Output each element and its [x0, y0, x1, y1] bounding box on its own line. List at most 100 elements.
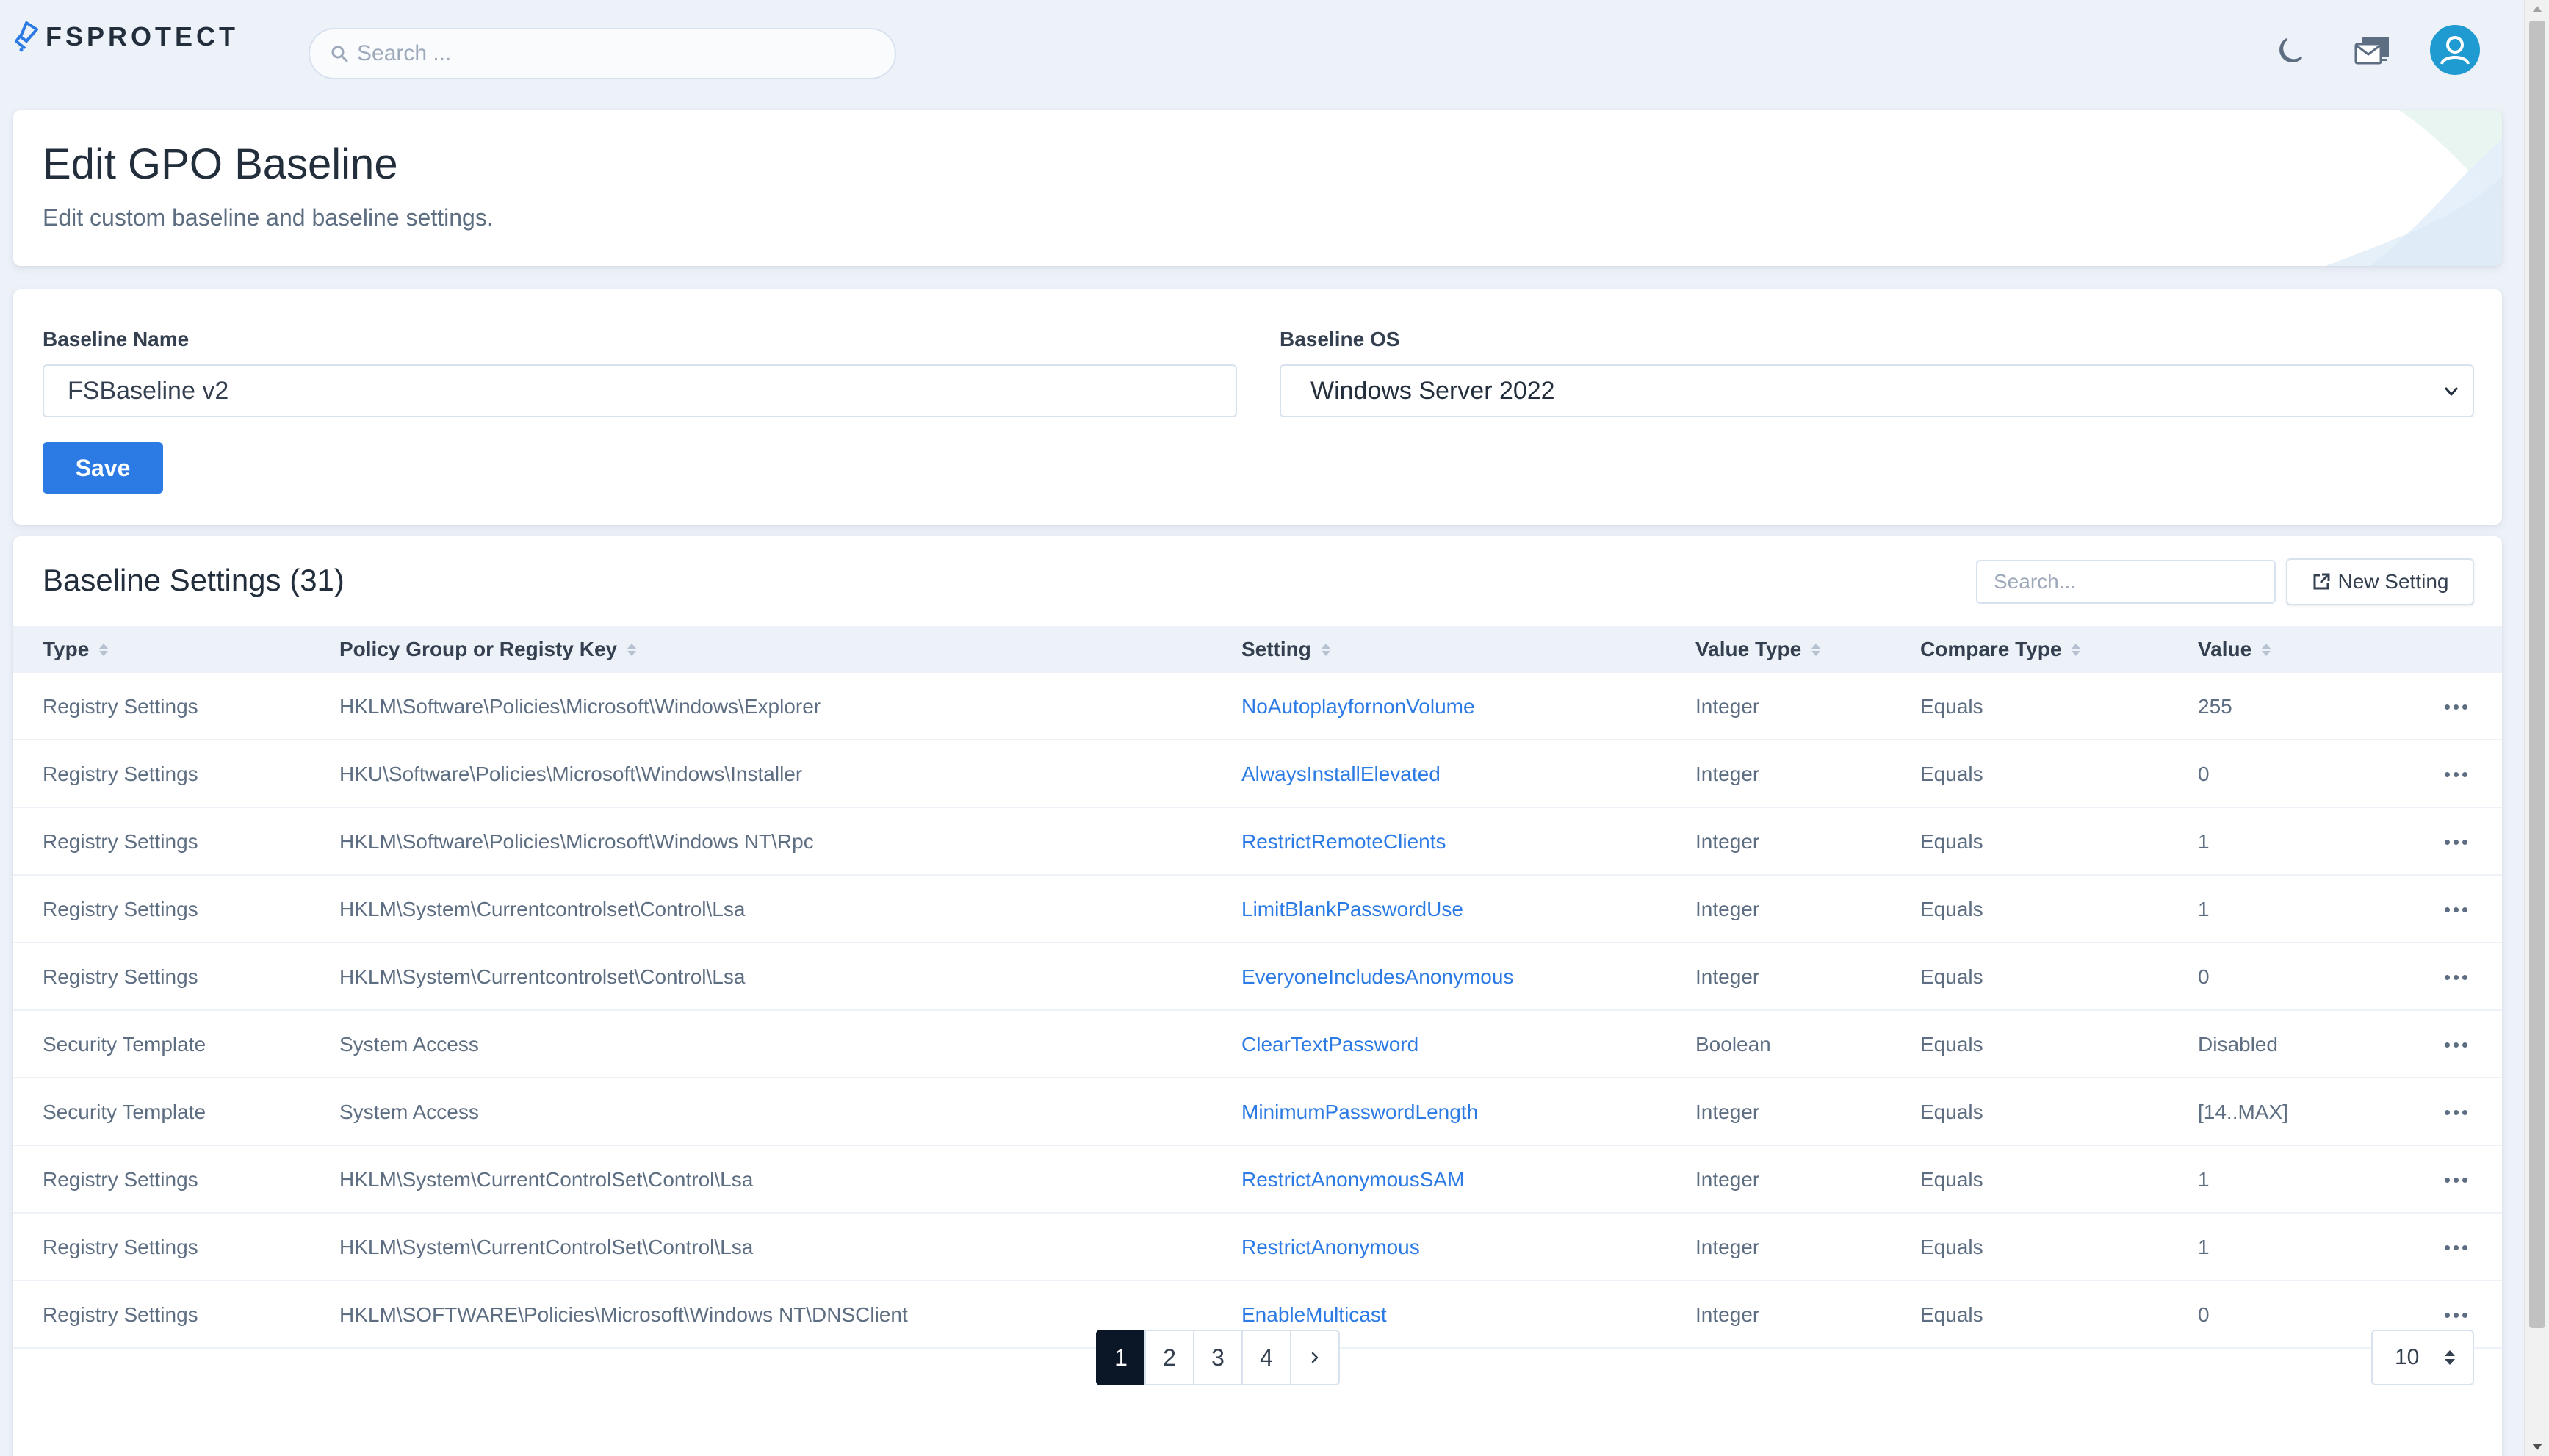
cell-value: Disabled	[2198, 1033, 2278, 1056]
column-label: Value	[2198, 638, 2252, 660]
cell-value-type: Integer	[1695, 965, 1760, 988]
cell-type: Registry Settings	[43, 763, 198, 785]
baseline-os-select[interactable]: Windows Server 2022	[1280, 364, 2474, 417]
cell-compare-type: Equals	[1920, 1303, 1983, 1326]
sort-icon	[2262, 643, 2271, 656]
cell-compare-type: Equals	[1920, 1033, 1983, 1056]
table-body: Registry Settings HKLM\Software\Policies…	[13, 673, 2502, 1349]
baseline-name-input[interactable]	[43, 364, 1237, 417]
cell-value-type: Integer	[1695, 1100, 1760, 1123]
cell-value: 0	[2198, 1303, 2210, 1326]
cell-setting-link[interactable]: RestrictAnonymousSAM	[1241, 1146, 1464, 1214]
column-label: Policy Group or Registy Key	[339, 638, 618, 660]
cell-type: Registry Settings	[43, 695, 198, 718]
column-header-type[interactable]: Type	[43, 626, 109, 673]
page-title: Edit GPO Baseline	[43, 140, 398, 188]
column-header-setting[interactable]: Setting	[1241, 626, 1330, 673]
cell-setting-link[interactable]: RestrictAnonymous	[1241, 1214, 1420, 1281]
page-subtitle: Edit custom baseline and baseline settin…	[43, 204, 494, 231]
user-avatar-icon	[2440, 36, 2470, 65]
cell-setting-link[interactable]: MinimumPasswordLength	[1241, 1078, 1478, 1146]
cell-value: 1	[2198, 898, 2210, 920]
row-actions-button[interactable]	[2445, 1078, 2467, 1146]
cell-policy-group: HKLM\Software\Policies\Microsoft\Windows…	[339, 830, 814, 853]
cell-type: Registry Settings	[43, 1168, 198, 1191]
row-actions-button[interactable]	[2445, 740, 2467, 808]
column-label: Value Type	[1695, 638, 1802, 660]
vertical-scrollbar[interactable]	[2524, 0, 2549, 1456]
global-search[interactable]	[309, 28, 896, 79]
brand-logo[interactable]: FSPROTECT	[12, 21, 239, 53]
global-search-input[interactable]	[357, 41, 871, 66]
row-actions-button[interactable]	[2445, 808, 2467, 876]
cell-compare-type: Equals	[1920, 1236, 1983, 1258]
column-header-policy-group[interactable]: Policy Group or Registy Key	[339, 626, 637, 673]
page-button-4[interactable]: 4	[1241, 1330, 1291, 1385]
fsprotect-logo-icon	[15, 21, 38, 52]
moon-icon	[2279, 38, 2302, 63]
user-avatar[interactable]	[2430, 25, 2480, 75]
scroll-thumb[interactable]	[2529, 21, 2545, 1328]
baseline-name-label: Baseline Name	[43, 328, 190, 350]
cell-setting-link[interactable]: RestrictRemoteClients	[1241, 808, 1446, 876]
updown-chevron-icon	[2445, 1350, 2455, 1365]
cell-compare-type: Equals	[1920, 1100, 1983, 1123]
cell-setting-link[interactable]: LimitBlankPasswordUse	[1241, 876, 1463, 943]
topbar-actions	[2268, 25, 2480, 75]
cell-policy-group: HKLM\System\CurrentControlSet\Control\Ls…	[339, 1168, 754, 1191]
external-link-icon	[2313, 573, 2330, 590]
pagination: 1 2 3 4	[1096, 1330, 1340, 1385]
cell-setting-link[interactable]: ClearTextPassword	[1241, 1011, 1418, 1078]
cell-setting-link[interactable]: AlwaysInstallElevated	[1241, 740, 1441, 808]
row-actions-button[interactable]	[2445, 876, 2467, 943]
cell-policy-group: HKLM\System\Currentcontrolset\Control\Ls…	[339, 965, 746, 988]
row-actions-button[interactable]	[2445, 943, 2467, 1011]
column-header-compare-type[interactable]: Compare Type	[1920, 626, 2081, 673]
sort-icon	[1811, 643, 1821, 656]
cell-setting-link[interactable]: EveryoneIncludesAnonymous	[1241, 943, 1513, 1011]
cell-compare-type: Equals	[1920, 830, 1983, 853]
page-size-select[interactable]: 10	[2371, 1330, 2474, 1385]
settings-title: Baseline Settings (31)	[43, 563, 345, 597]
page-button-2[interactable]: 2	[1144, 1330, 1194, 1385]
cell-type: Registry Settings	[43, 1236, 198, 1258]
chevron-right-icon	[1311, 1352, 1319, 1363]
column-label: Type	[43, 638, 90, 660]
page-button-1[interactable]: 1	[1096, 1330, 1146, 1385]
sort-icon	[99, 643, 109, 656]
cell-value: 255	[2198, 695, 2232, 718]
scroll-up-arrow[interactable]	[2532, 6, 2542, 12]
cell-compare-type: Equals	[1920, 1168, 1983, 1191]
cell-compare-type: Equals	[1920, 695, 1983, 718]
table-row: Registry Settings HKLM\System\Currentcon…	[13, 943, 2502, 1011]
column-header-value-type[interactable]: Value Type	[1695, 626, 1821, 673]
cell-policy-group: System Access	[339, 1100, 479, 1123]
save-button[interactable]: Save	[43, 442, 163, 494]
cell-compare-type: Equals	[1920, 965, 1983, 988]
next-page-button[interactable]	[1290, 1330, 1340, 1385]
cell-type: Security Template	[43, 1033, 206, 1056]
cell-policy-group: HKLM\System\Currentcontrolset\Control\Ls…	[339, 898, 746, 920]
theme-toggle-button[interactable]	[2268, 26, 2315, 73]
row-actions-button[interactable]	[2445, 1214, 2467, 1281]
cell-type: Registry Settings	[43, 1303, 198, 1326]
settings-search-input[interactable]	[1976, 560, 2276, 604]
new-setting-button[interactable]: New Setting	[2286, 558, 2474, 605]
messages-button[interactable]	[2349, 26, 2396, 73]
table-row: Registry Settings HKU\Software\Policies\…	[13, 740, 2502, 808]
row-actions-button[interactable]	[2445, 1011, 2467, 1078]
cell-setting-link[interactable]: NoAutoplayfornonVolume	[1241, 673, 1475, 740]
column-header-value[interactable]: Value	[2198, 626, 2271, 673]
baseline-os-value: Windows Server 2022	[1310, 376, 1555, 405]
row-actions-button[interactable]	[2445, 673, 2467, 740]
scroll-down-arrow[interactable]	[2532, 1444, 2542, 1450]
baseline-settings-card: Baseline Settings (31) New Setting Type …	[13, 536, 2502, 1456]
top-navbar: FSPROTECT	[0, 0, 2524, 110]
cell-compare-type: Equals	[1920, 898, 1983, 920]
brand-name: FSPROTECT	[46, 21, 239, 51]
page-button-3[interactable]: 3	[1193, 1330, 1243, 1385]
cell-policy-group: HKU\Software\Policies\Microsoft\Windows\…	[339, 763, 803, 785]
row-actions-button[interactable]	[2445, 1146, 2467, 1214]
cell-value: 1	[2198, 1236, 2210, 1258]
baseline-form-card: Baseline Name Baseline OS Windows Server…	[13, 289, 2502, 525]
